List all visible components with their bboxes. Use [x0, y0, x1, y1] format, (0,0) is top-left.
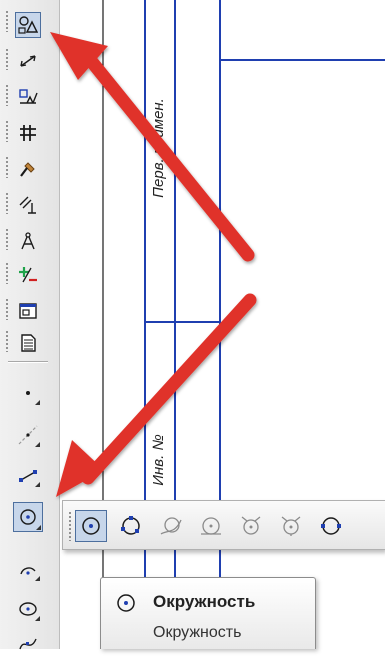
editing-button[interactable] — [15, 120, 41, 146]
flyout-circle-tangent-curve-button[interactable] — [155, 510, 187, 542]
tooltip-description: Окружность — [153, 624, 242, 641]
segment-button[interactable] — [15, 462, 41, 488]
circle-button[interactable] — [13, 502, 43, 532]
flyout-indicator — [35, 442, 40, 447]
flyout-circle-button[interactable] — [75, 510, 107, 542]
circle-flyout-toolbar — [62, 500, 385, 550]
flyout-grip[interactable] — [68, 511, 72, 541]
circle-tangent-three-icon — [281, 516, 301, 536]
parameterization-button[interactable] — [15, 156, 41, 182]
flyout-indicator — [35, 576, 40, 581]
circle-center-icon — [117, 594, 135, 612]
toolbar-grip[interactable] — [5, 156, 9, 178]
grid-hash-icon — [20, 125, 36, 141]
circle-tangent-one-icon — [201, 517, 221, 535]
arc-button[interactable] — [15, 556, 41, 582]
point-button[interactable] — [15, 380, 41, 406]
spline-icon — [19, 638, 37, 650]
designations-button[interactable] — [15, 84, 41, 110]
flyout-indicator — [35, 482, 40, 487]
insert-button[interactable] — [15, 330, 41, 356]
toolbar-separator — [8, 361, 48, 363]
spline-button[interactable] — [15, 630, 41, 656]
flyout-circle-2-points-button[interactable] — [315, 510, 347, 542]
circle-triangle-icon — [18, 16, 38, 34]
measurements-button[interactable] — [15, 192, 41, 218]
stamp-label-bottom: Инв. № — [150, 434, 167, 486]
flyout-indicator — [35, 616, 40, 621]
toolbar-grip[interactable] — [5, 48, 9, 70]
circle-three-points-icon — [121, 516, 140, 535]
drawing-frame — [102, 0, 385, 649]
circle-center-icon — [20, 509, 36, 525]
roughness-symbol-icon — [19, 89, 38, 104]
circle-tangent-curve-icon — [160, 517, 182, 535]
toolbar-grip[interactable] — [5, 84, 9, 106]
geometry-button[interactable] — [15, 12, 41, 38]
selection-button[interactable] — [15, 228, 41, 254]
circle-two-points-icon — [321, 517, 341, 535]
dimension-arrow-icon — [20, 55, 36, 67]
aux-line-button[interactable] — [15, 422, 41, 448]
circle-tangent-two-icon — [241, 516, 261, 535]
circle-center-icon — [82, 517, 100, 535]
flyout-circle-tangent-3-button[interactable] — [275, 510, 307, 542]
toolbar-grip[interactable] — [5, 228, 9, 250]
toolbar-grip[interactable] — [5, 330, 9, 352]
toolbar-grip[interactable] — [5, 192, 9, 214]
flyout-indicator — [36, 525, 41, 530]
flyout-circle-tangent-2-button[interactable] — [235, 510, 267, 542]
flyout-circle-3-points-button[interactable] — [115, 510, 147, 542]
document-icon — [21, 334, 36, 352]
toolbar-grip[interactable] — [5, 262, 9, 284]
stamp-label-top: Перв. примен. — [150, 98, 167, 198]
plus-minus-icon — [19, 267, 37, 283]
toolbar-grip[interactable] — [5, 298, 9, 320]
spec-button[interactable] — [15, 262, 41, 288]
toolbar-grip[interactable] — [5, 10, 9, 32]
toolbar-grip[interactable] — [5, 120, 9, 142]
flyout-circle-tangent-1-button[interactable] — [195, 510, 227, 542]
compass-icon — [21, 232, 35, 250]
hammer-icon — [20, 162, 35, 177]
dimensions-button[interactable] — [15, 48, 41, 74]
compact-toolbar — [0, 0, 60, 650]
reports-button[interactable] — [15, 298, 41, 324]
parallel-lines-icon — [19, 196, 36, 214]
drawing-sheet[interactable]: Перв. примен. Инв. № — [60, 0, 385, 649]
form-window-icon — [19, 303, 37, 319]
tooltip-title: Окружность — [153, 592, 256, 611]
flyout-indicator — [35, 400, 40, 405]
ellipse-button[interactable] — [15, 596, 41, 622]
tooltip: Окружность Окружность — [100, 577, 316, 649]
